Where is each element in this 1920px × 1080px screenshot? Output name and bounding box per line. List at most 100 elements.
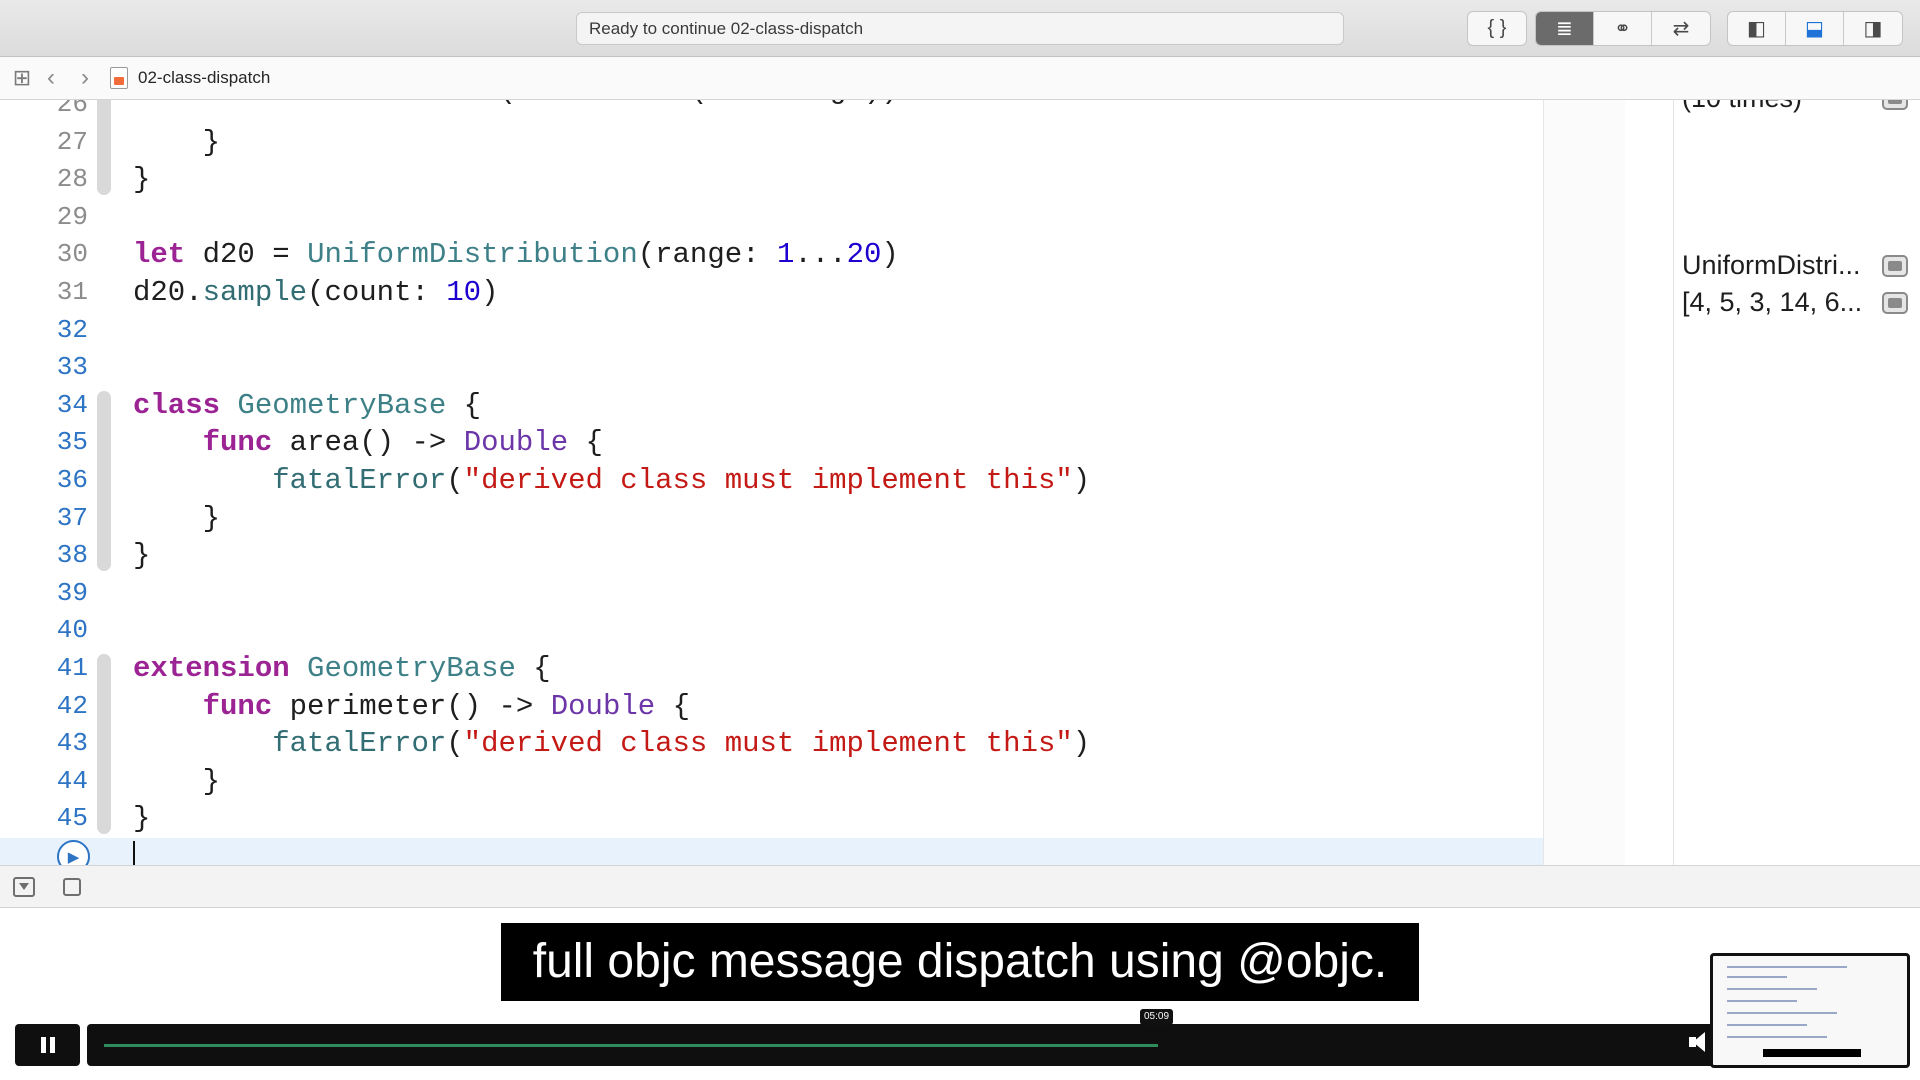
line-number[interactable]: 39 — [0, 575, 88, 613]
line-number[interactable]: 35 — [0, 424, 88, 462]
play-icon[interactable]: ▶ — [57, 840, 90, 865]
inspector-toggle-button[interactable]: ◨ — [1844, 12, 1902, 45]
layout-toggle-segment: ◧ ⬓ ◨ — [1727, 11, 1903, 46]
code-snippet-button[interactable]: { } — [1468, 12, 1526, 45]
standard-editor-button[interactable]: ≣ — [1536, 12, 1594, 45]
video-timeline[interactable]: 05:09 — [87, 1009, 1907, 1066]
activity-status-field: Ready to continue 02-class-dispatch — [576, 12, 1344, 45]
code-line[interactable]: 29 — [0, 199, 1625, 237]
quick-look-button[interactable] — [1882, 291, 1908, 314]
video-controls: 05:09 — [0, 1009, 1920, 1066]
editor-gutter-divider — [1543, 100, 1625, 865]
debug-area-toggle-button[interactable]: ⬓ — [1786, 12, 1844, 45]
pause-button[interactable] — [15, 1024, 80, 1066]
code-text: extension GeometryBase { — [133, 652, 551, 685]
code-text: func perimeter() -> Double { — [202, 689, 690, 723]
debug-bar — [0, 865, 1920, 908]
speaker-icon[interactable] — [1689, 1032, 1707, 1052]
quick-look-button[interactable] — [1882, 254, 1908, 277]
line-number[interactable]: 32 — [0, 312, 88, 350]
live-results-sidebar: (10 times) UniformDistri... [4, 5, 3, 14… — [1673, 100, 1920, 865]
bottom-panel-icon: ⬓ — [1805, 18, 1824, 40]
code-line[interactable]: 32 — [0, 312, 1625, 350]
current-line[interactable]: ▶ — [0, 838, 1625, 865]
code-line[interactable]: 30 let d20 = UniformDistribution(range: 1… — [0, 236, 1625, 274]
quick-look-button[interactable] — [1882, 100, 1908, 110]
arrows-swap-icon: ⇄ — [1672, 18, 1690, 40]
code-line[interactable]: 41 extension GeometryBase { — [0, 650, 1625, 688]
time-tooltip: 05:09 — [1140, 1009, 1174, 1025]
line-number[interactable]: 30 — [0, 236, 88, 274]
line-number[interactable]: 45 — [0, 800, 88, 838]
result-row-line-30: UniformDistri... — [1682, 247, 1912, 285]
forward-chevron-icon[interactable]: › — [68, 64, 102, 92]
result-row-line-31: [4, 5, 3, 14, 6... — [1682, 284, 1912, 322]
line-number[interactable]: 33 — [0, 349, 88, 387]
swift-file-icon — [110, 67, 128, 89]
line-number[interactable]: 44 — [0, 763, 88, 801]
code-line[interactable]: 26 — [0, 100, 1625, 124]
line-number[interactable]: 26 — [0, 100, 88, 124]
line-number[interactable]: 29 — [0, 199, 88, 237]
line-number[interactable]: 37 — [0, 500, 88, 538]
right-panel-icon: ◨ — [1863, 18, 1883, 40]
code-line[interactable]: 33 — [0, 349, 1625, 387]
code-text: let d20 = UniformDistribution(range: 1..… — [133, 238, 899, 272]
code-text: } — [202, 501, 221, 535]
video-preview-thumbnail — [1710, 953, 1910, 1068]
code-text: } — [133, 802, 151, 836]
line-number[interactable]: 31 — [0, 274, 88, 312]
code-line[interactable]: 44 } — [0, 763, 1625, 801]
code-area[interactable]: return Double(Int.random(in: range))2627… — [0, 100, 1625, 865]
code-line[interactable]: 45} — [0, 800, 1625, 838]
code-line[interactable]: 34 class GeometryBase { — [0, 387, 1625, 425]
code-text: d20.sample(count: 10) — [133, 276, 499, 309]
breadcrumb-file-name[interactable]: 02-class-dispatch — [138, 68, 270, 88]
line-number[interactable]: 36 — [0, 462, 88, 500]
line-number[interactable]: 43 — [0, 725, 88, 763]
code-line[interactable]: 27 } — [0, 124, 1625, 162]
code-line[interactable]: 36 fatalError("derived class must implem… — [0, 462, 1625, 500]
code-line[interactable]: 37 } — [0, 500, 1625, 538]
code-text: } — [133, 163, 151, 197]
result-row-partial: (10 times) — [1682, 100, 1912, 118]
navigator-toggle-button[interactable]: ◧ — [1728, 12, 1786, 45]
code-line[interactable]: 28} — [0, 161, 1625, 199]
code-line[interactable]: 40 — [0, 612, 1625, 650]
code-text: } — [202, 764, 221, 798]
code-line[interactable]: 42 func perimeter() -> Double { — [0, 688, 1625, 726]
code-fold-ribbon[interactable] — [97, 100, 111, 195]
pause-icon — [40, 1037, 46, 1053]
line-number[interactable]: 28 — [0, 161, 88, 199]
result-text: (10 times) — [1682, 100, 1870, 114]
assistant-editor-button[interactable]: ⚭ — [1594, 12, 1652, 45]
square-icon[interactable] — [63, 878, 81, 896]
line-number[interactable]: 42 — [0, 688, 88, 726]
line-number[interactable]: 40 — [0, 612, 88, 650]
line-number[interactable]: 38 — [0, 537, 88, 575]
line-number[interactable]: 27 — [0, 124, 88, 162]
triangle-down-box-icon[interactable] — [13, 877, 35, 897]
code-line[interactable]: 39 — [0, 575, 1625, 613]
code-line[interactable]: 31 d20.sample(count: 10) — [0, 274, 1625, 312]
activity-status-text: Ready to continue 02-class-dispatch — [589, 19, 864, 38]
code-editor[interactable]: return Double(Int.random(in: range))2627… — [0, 100, 1625, 865]
code-line[interactable]: 43 fatalError("derived class must implem… — [0, 725, 1625, 763]
video-caption: full objc message dispatch using @objc. — [501, 923, 1419, 1001]
braces-icon: { } — [1487, 17, 1507, 39]
version-editor-button[interactable]: ⇄ — [1652, 12, 1710, 45]
snippet-button-group: { } — [1467, 11, 1527, 46]
text-cursor — [133, 841, 135, 865]
line-number[interactable]: 34 — [0, 387, 88, 425]
code-text: } — [202, 125, 221, 159]
line-number[interactable]: 41 — [0, 650, 88, 688]
progress-track — [104, 1044, 1158, 1047]
back-chevron-icon[interactable]: ‹ — [34, 64, 68, 92]
pause-icon — [49, 1037, 55, 1053]
code-fold-ribbon[interactable] — [97, 390, 111, 571]
result-text: [4, 5, 3, 14, 6... — [1682, 287, 1863, 318]
code-line[interactable]: 35 func area() -> Double { — [0, 424, 1625, 462]
code-fold-ribbon[interactable] — [97, 654, 111, 834]
related-items-grid-icon[interactable]: ⊞ — [10, 65, 34, 91]
code-line[interactable]: 38} — [0, 537, 1625, 575]
